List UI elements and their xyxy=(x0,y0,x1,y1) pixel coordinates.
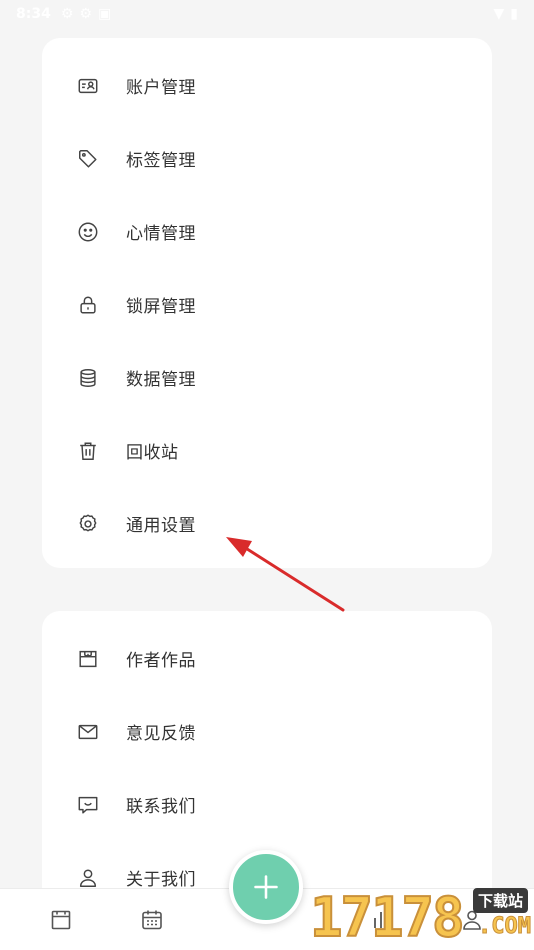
menu-item-lockscreen[interactable]: 锁屏管理 xyxy=(42,268,492,341)
menu-item-feedback[interactable]: 意见反馈 xyxy=(42,695,492,768)
tag-icon xyxy=(77,148,99,170)
settings-card: 账户管理 标签管理 心情管理 锁屏管理 数据管理 回收站 通用设置 xyxy=(42,38,492,568)
menu-item-tags[interactable]: 标签管理 xyxy=(42,122,492,195)
mail-icon xyxy=(77,721,99,743)
nav-calendar[interactable] xyxy=(139,907,165,933)
menu-item-author-works[interactable]: 作者作品 xyxy=(42,622,492,695)
menu-item-mood[interactable]: 心情管理 xyxy=(42,195,492,268)
menu-item-label: 通用设置 xyxy=(126,516,196,536)
menu-item-label: 账户管理 xyxy=(126,78,196,98)
menu-item-data[interactable]: 数据管理 xyxy=(42,341,492,414)
status-bar: 8:34 ⚙ ⚙ ▣ ▼ ▮ xyxy=(0,0,534,28)
menu-item-label: 联系我们 xyxy=(126,797,196,817)
archive-icon xyxy=(51,910,71,930)
menu-item-label: 作者作品 xyxy=(126,651,196,671)
menu-item-contact[interactable]: 联系我们 xyxy=(42,768,492,841)
store-icon xyxy=(77,648,99,670)
database-icon xyxy=(77,367,99,389)
watermark-suffix: .COM xyxy=(478,914,532,940)
calendar-icon xyxy=(142,910,162,930)
watermark-number: 17178 xyxy=(309,885,466,950)
chat-smile-icon xyxy=(77,794,99,816)
gear-icon xyxy=(77,513,99,535)
watermark-site: 下载站 xyxy=(473,888,529,913)
nav-archive[interactable] xyxy=(48,907,74,933)
add-button[interactable] xyxy=(229,850,303,924)
menu-item-account[interactable]: 账户管理 xyxy=(42,49,492,122)
battery-icon: ▮ xyxy=(510,6,518,22)
wifi-icon: ▼ xyxy=(493,6,505,22)
trash-icon xyxy=(77,440,99,462)
notification-icon: ⚙ xyxy=(60,6,74,22)
notification-icon: ⚙ xyxy=(79,6,92,22)
menu-item-label: 意见反馈 xyxy=(126,724,196,744)
smile-icon xyxy=(77,221,99,243)
menu-item-label: 数据管理 xyxy=(126,370,196,390)
menu-item-label: 心情管理 xyxy=(126,224,196,244)
menu-item-label: 锁屏管理 xyxy=(126,297,196,317)
account-card-icon xyxy=(77,75,99,97)
plus-icon xyxy=(254,875,278,899)
notification-icon: ▣ xyxy=(97,6,112,22)
status-time: 8:34 xyxy=(16,6,51,22)
menu-item-label: 关于我们 xyxy=(126,870,196,890)
lock-icon xyxy=(77,294,99,316)
menu-item-general-settings[interactable]: 通用设置 xyxy=(42,487,492,560)
user-icon xyxy=(77,867,99,889)
menu-item-label: 标签管理 xyxy=(126,151,196,171)
watermark-logo: 17178 下载站 .COM xyxy=(309,882,534,950)
menu-item-recycle-bin[interactable]: 回收站 xyxy=(42,414,492,487)
menu-item-label: 回收站 xyxy=(126,443,179,463)
